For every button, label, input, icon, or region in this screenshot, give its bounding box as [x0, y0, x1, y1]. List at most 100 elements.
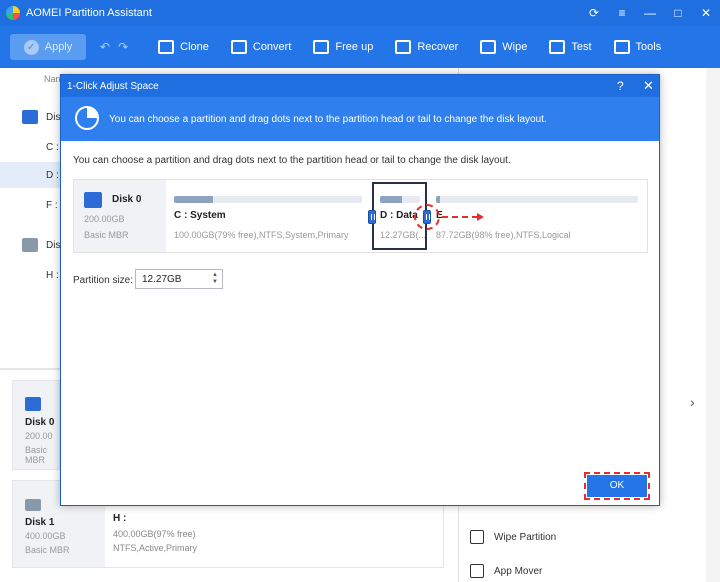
apply-button[interactable]: ✓ Apply	[10, 34, 86, 60]
test-button[interactable]: Test	[549, 40, 592, 54]
undo-icon[interactable]: ↶	[100, 40, 110, 54]
partition-size-label: Partition size:	[73, 275, 134, 286]
dialog-title-bar: 1-Click Adjust Space ? ✕	[61, 75, 659, 97]
disk-size: 200.00	[25, 431, 53, 441]
app-mover-item[interactable]: App Mover	[470, 564, 542, 578]
maximize-button[interactable]: □	[664, 6, 692, 20]
dialog-title: 1-Click Adjust Space	[67, 81, 159, 92]
disk-icon	[25, 499, 41, 511]
disk-info: Disk 0 200.00GB Basic MBR	[74, 180, 166, 252]
clone-label: Clone	[180, 41, 209, 53]
drag-arrow-icon	[442, 213, 484, 221]
row-label: C :	[46, 142, 59, 153]
disk-icon	[25, 397, 41, 411]
partition-size-input[interactable]: 12.27GB ▲ ▼	[135, 269, 223, 289]
close-window-button[interactable]: ✕	[692, 6, 720, 20]
row-label: Dis	[46, 240, 61, 251]
wipe-partition-item[interactable]: Wipe Partition	[470, 530, 556, 544]
adjust-space-dialog: 1-Click Adjust Space ? ✕ You can choose …	[60, 74, 660, 506]
partition-info: 400.00GB(97% free)	[113, 529, 196, 539]
tools-button[interactable]: Tools	[613, 40, 662, 54]
clone-button[interactable]: Clone	[158, 40, 209, 54]
partition-c-bar[interactable]	[174, 196, 362, 203]
disk-icon	[22, 238, 38, 252]
check-icon: ✓	[23, 39, 39, 55]
clone-icon	[158, 40, 175, 54]
title-bar: AOMEI Partition Assistant ⟳ ≡ — □ ✕	[0, 0, 720, 26]
undo-redo-group: ↶ ↷	[100, 40, 128, 54]
disk-name: Disk 1	[25, 517, 55, 528]
app-mover-icon	[470, 564, 484, 578]
partition-e-bar[interactable]	[436, 196, 638, 203]
app-logo-icon	[6, 6, 20, 20]
wipe-partition-label: Wipe Partition	[494, 531, 557, 543]
tools-icon	[613, 40, 630, 54]
window-controls: ⟳ ≡ — □ ✕	[580, 0, 720, 26]
disk-icon	[22, 110, 38, 124]
app-mover-label: App Mover	[494, 565, 543, 577]
menu-icon[interactable]: ≡	[608, 6, 636, 20]
partition-c-name[interactable]: C : System	[174, 210, 226, 221]
free-up-label: Free up	[335, 41, 374, 53]
disk-icon	[84, 192, 102, 208]
recover-button[interactable]: Recover	[395, 40, 458, 54]
ok-button[interactable]: OK	[584, 472, 650, 500]
partition-fs: NTFS,Active,Primary	[113, 543, 198, 553]
convert-label: Convert	[252, 41, 292, 53]
apply-label: Apply	[44, 41, 73, 53]
list-row-f[interactable]: F :	[0, 192, 60, 218]
banner-text: You can choose a partition and drag dots…	[109, 114, 547, 125]
wipe-button[interactable]: Wipe	[480, 40, 527, 54]
list-row-disk1[interactable]: Dis	[0, 232, 60, 258]
disk0-card[interactable]: Disk 0 200.00 Basic MBR	[12, 380, 60, 470]
dialog-description: You can choose a partition and drag dots…	[73, 155, 511, 166]
recover-label: Recover	[417, 41, 459, 53]
partition-name[interactable]: H :	[113, 513, 126, 524]
disk-type: Basic MBR	[84, 230, 129, 240]
partition-c-info: 100.00GB(79% free),NTFS,System,Primary	[174, 230, 349, 240]
minimize-button[interactable]: —	[636, 6, 664, 20]
test-label: Test	[571, 41, 592, 53]
free-up-button[interactable]: Free up	[313, 40, 373, 54]
test-icon	[549, 40, 566, 54]
partition-c-usage	[174, 196, 214, 203]
disk-size: 400.00GB	[25, 531, 66, 541]
redo-icon[interactable]: ↷	[118, 40, 128, 54]
row-label: D :	[46, 170, 59, 181]
row-label: H :	[46, 270, 59, 281]
scrollbar[interactable]	[706, 68, 720, 582]
chevron-right-icon[interactable]: ›	[690, 394, 695, 410]
refresh-icon[interactable]: ⟳	[580, 6, 608, 20]
partition-e-usage	[436, 196, 441, 203]
disk-type: Basic MBR	[25, 445, 48, 465]
partition-e-info: 87.72GB(98% free),NTFS,Logical	[436, 230, 571, 240]
disk-map: Disk 0 200.00GB Basic MBR C : System 100…	[73, 179, 648, 253]
row-label: F :	[46, 200, 58, 211]
stepper-icon[interactable]: ▲ ▼	[212, 272, 218, 286]
list-row-disk0[interactable]: Dis	[0, 104, 60, 130]
dialog-banner: You can choose a partition and drag dots…	[61, 97, 659, 141]
dialog-close-button[interactable]: ✕	[643, 78, 654, 94]
disk-name: Disk 0	[112, 194, 142, 205]
toolbar: ✓ Apply ↶ ↷ Clone Convert Free up Recove…	[0, 26, 720, 68]
list-row-h[interactable]: H :	[0, 262, 60, 288]
drag-highlight-circle	[414, 204, 440, 230]
convert-button[interactable]: Convert	[230, 40, 292, 54]
disk-name: Disk 0	[25, 417, 55, 428]
disk-type: Basic MBR	[25, 545, 70, 555]
convert-icon	[230, 40, 247, 54]
tools-label: Tools	[635, 41, 662, 53]
recover-icon	[395, 40, 412, 54]
app-title: AOMEI Partition Assistant	[26, 7, 152, 19]
disk-size: 200.00GB	[84, 214, 125, 224]
list-header: Nan	[44, 74, 61, 84]
wipe-icon	[480, 40, 497, 54]
free-up-icon	[313, 40, 330, 54]
pie-chart-icon	[75, 106, 99, 130]
list-row-d[interactable]: D :	[0, 162, 60, 188]
partition-head-handle[interactable]	[368, 210, 376, 224]
wipe-partition-icon	[470, 530, 484, 544]
list-row-c[interactable]: C :	[0, 134, 60, 160]
wipe-label: Wipe	[502, 41, 528, 53]
help-icon[interactable]: ?	[617, 79, 624, 93]
